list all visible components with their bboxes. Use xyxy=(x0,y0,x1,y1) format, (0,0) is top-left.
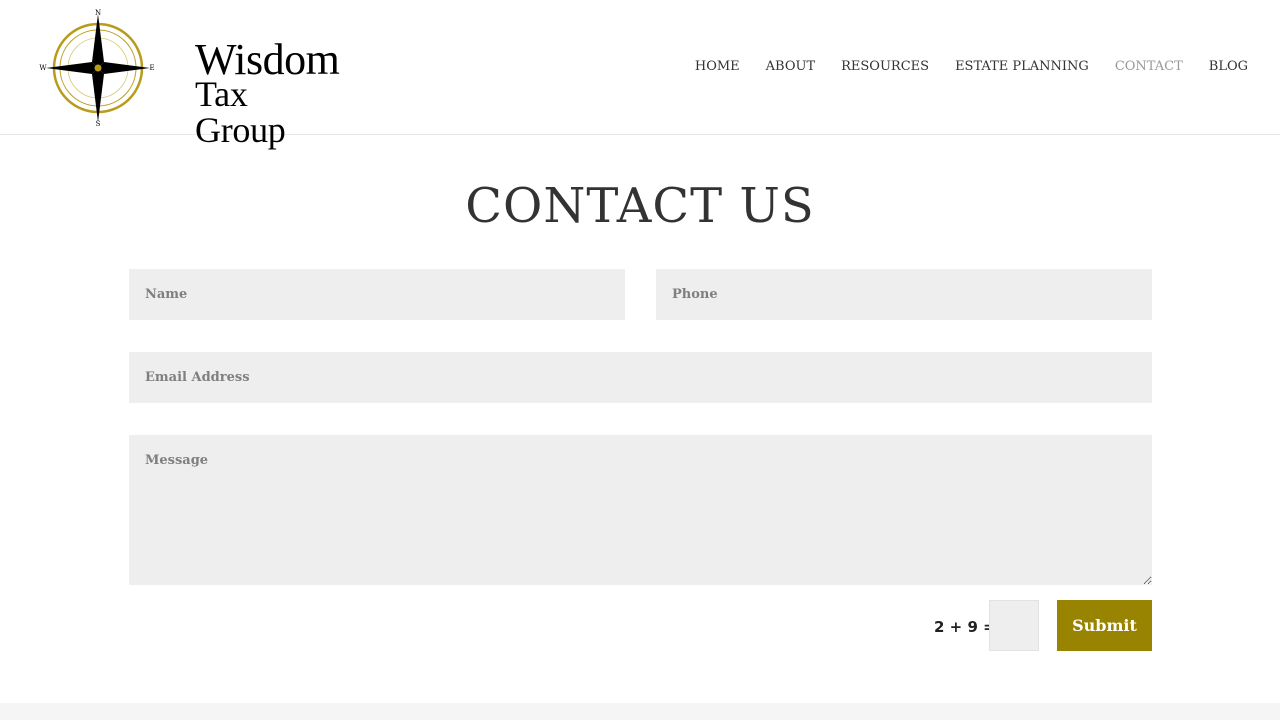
logo-wordmark: Wisdom Tax Group xyxy=(195,38,340,150)
submit-button[interactable]: Submit xyxy=(1057,600,1152,651)
nav-blog[interactable]: BLOG xyxy=(1209,59,1248,74)
nav-home[interactable]: HOME xyxy=(695,59,740,74)
logo-line-2: Tax Group xyxy=(195,74,286,150)
captcha-input[interactable] xyxy=(989,600,1039,651)
captcha-question: 2 + 9 = xyxy=(934,618,996,636)
site-header: N S W E Wisdom Tax Group HOME ABOUT RESO… xyxy=(0,0,1280,148)
main-nav: HOME ABOUT RESOURCES ESTATE PLANNING CON… xyxy=(695,59,1248,74)
nav-resources[interactable]: RESOURCES xyxy=(841,59,929,74)
phone-input[interactable] xyxy=(656,269,1152,320)
email-input[interactable] xyxy=(129,352,1152,403)
nav-about[interactable]: ABOUT xyxy=(766,59,815,74)
nav-contact[interactable]: CONTACT xyxy=(1115,59,1183,74)
compass-s: S xyxy=(96,120,101,128)
footer-strip xyxy=(0,703,1280,720)
compass-w: W xyxy=(39,64,47,72)
page-title: CONTACT US xyxy=(465,178,815,234)
compass-rose-icon: N S W E xyxy=(39,9,154,128)
message-textarea[interactable] xyxy=(129,435,1152,585)
name-input[interactable] xyxy=(129,269,625,320)
compass-n: N xyxy=(95,9,101,17)
compass-e: E xyxy=(149,64,154,72)
site-logo[interactable]: N S W E Wisdom Tax Group xyxy=(38,8,339,148)
nav-estate-planning[interactable]: ESTATE PLANNING xyxy=(955,59,1089,74)
